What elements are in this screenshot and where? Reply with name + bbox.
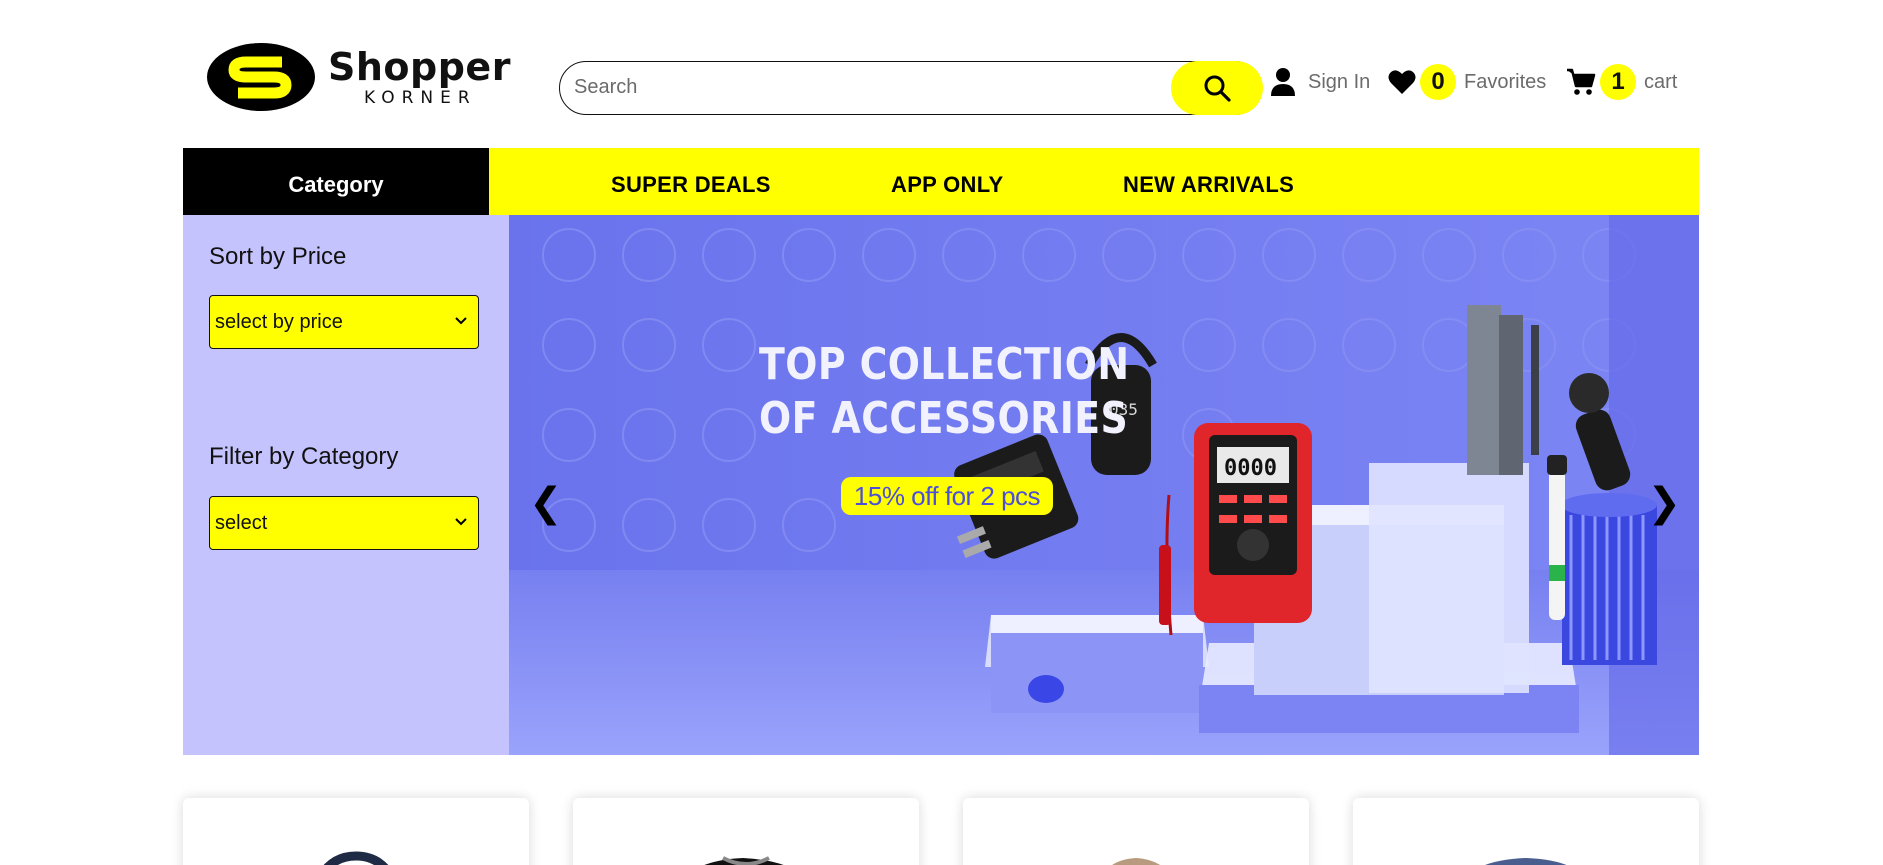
- product-image: [323, 851, 389, 865]
- category-value: select: [215, 511, 268, 534]
- favorites-link[interactable]: 0 Favorites: [1388, 64, 1546, 100]
- product-card[interactable]: [573, 798, 919, 865]
- banner-image: 035 0000: [509, 215, 1699, 755]
- logo-badge-icon: [207, 43, 315, 111]
- category-select[interactable]: select: [209, 496, 479, 550]
- sign-in-label: Sign In: [1308, 70, 1371, 93]
- main-nav: Category SUPER DEALS APP ONLY NEW ARRIVA…: [183, 148, 1699, 215]
- chevron-down-icon: [455, 518, 467, 526]
- banner-headline-2: OF ACCESSORIES: [759, 393, 1129, 444]
- sort-by-price-title: Sort by Price: [209, 243, 347, 270]
- cart-link[interactable]: 1 cart: [1566, 64, 1677, 100]
- product-image: [1112, 858, 1160, 865]
- banner-promo-tag: 15% off for 2 pcs: [841, 477, 1053, 515]
- product-card[interactable]: [1353, 798, 1699, 865]
- cart-label: cart: [1644, 70, 1678, 93]
- brand-name: Shopper: [328, 44, 511, 89]
- product-image: [704, 856, 784, 865]
- nav-link-super-deals[interactable]: SUPER DEALS: [611, 148, 771, 215]
- search-input[interactable]: [574, 62, 1154, 113]
- cart-count-badge: 1: [1600, 64, 1636, 100]
- banner-headline-1: TOP COLLECTION: [759, 339, 1130, 390]
- search-bar: [559, 61, 1263, 115]
- hero-carousel: 035 0000 TOP COLLECTION OF ACCESSORIES 1…: [509, 215, 1699, 755]
- nav-link-app-only[interactable]: APP ONLY: [891, 148, 1003, 215]
- favorites-label: Favorites: [1464, 70, 1547, 93]
- sort-price-value: select by price: [215, 310, 343, 333]
- page-container: Shopper KORNER Sign In 0: [183, 0, 1699, 865]
- search-button[interactable]: [1171, 61, 1263, 115]
- chevron-down-icon: [455, 317, 467, 325]
- site-header: Shopper KORNER Sign In 0: [183, 0, 1699, 148]
- sort-price-select[interactable]: select by price: [209, 295, 479, 349]
- brand-logo[interactable]: Shopper KORNER: [206, 41, 526, 113]
- filter-sidebar: Sort by Price select by price Filter by …: [183, 215, 509, 755]
- brand-tagline: KORNER: [364, 87, 477, 108]
- nav-category-button[interactable]: Category: [183, 148, 489, 215]
- filter-by-category-title: Filter by Category: [209, 443, 399, 470]
- svg-text:0000: 0000: [1224, 456, 1277, 481]
- carousel-next-button[interactable]: ❯: [1647, 483, 1681, 523]
- user-icon: [1271, 68, 1295, 96]
- cart-icon: [1567, 68, 1596, 95]
- product-card[interactable]: [963, 798, 1309, 865]
- favorites-count-badge: 0: [1420, 64, 1456, 100]
- sign-in-link[interactable]: Sign In: [1270, 64, 1370, 100]
- product-image: [1485, 858, 1567, 865]
- heart-icon: [1388, 70, 1416, 94]
- nav-link-new-arrivals[interactable]: NEW ARRIVALS: [1123, 148, 1294, 215]
- carousel-prev-button[interactable]: ❮: [529, 483, 563, 523]
- product-card[interactable]: [183, 798, 529, 865]
- search-icon: [1204, 75, 1231, 102]
